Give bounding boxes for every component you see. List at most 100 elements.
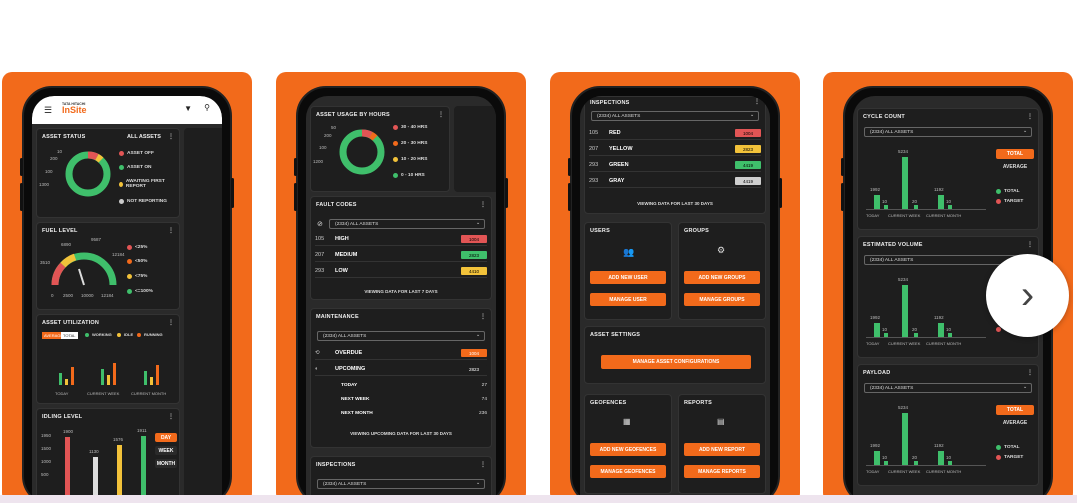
more-icon[interactable]: ⋮ <box>168 133 174 140</box>
phone-screen: INSPECTIONS ⋮ (2334) ALL ASSETS ⌄ 105 RED 1… <box>580 96 770 503</box>
screenshot-card-1[interactable]: ☰ TATA HITACHI InSite ▼ ⚲ ASSET STATUS A… <box>2 72 252 503</box>
manage-geofences-button[interactable]: MANAGE GEOFENCES <box>590 465 666 478</box>
screenshot-card-2[interactable]: ASSET USAGE BY HOURS ⋮ 50 200 100 1200 3… <box>276 72 526 503</box>
idling-bar <box>141 436 146 497</box>
inspection-row[interactable]: 293 GREEN 4419 <box>589 159 761 172</box>
menu-icon[interactable]: ☰ <box>44 105 52 116</box>
more-icon[interactable]: ⋮ <box>168 319 174 326</box>
more-icon[interactable]: ⋮ <box>438 111 444 118</box>
inspection-row[interactable]: 105 RED 1004 <box>589 127 761 140</box>
history-icon: ⟲ <box>315 350 320 356</box>
asset-filter-select[interactable]: (2334) ALL ASSETS⌄ <box>591 111 759 121</box>
asset-settings-panel: ASSET SETTINGS MANAGE ASSET CONFIGURATIO… <box>584 326 766 384</box>
more-icon[interactable]: ⋮ <box>754 98 760 105</box>
day-button[interactable]: DAY <box>155 433 177 442</box>
peek-column <box>184 128 222 503</box>
metric-panel: PAYLOAD ⋮ (2334) ALL ASSETS ⌄ TOTAL AVERA… <box>857 364 1039 486</box>
panel-title: ASSET STATUS <box>42 134 86 140</box>
idling-level-panel: IDLING LEVEL ⋮ 1950 1500 1000 500 1900 1… <box>36 408 180 503</box>
add-new-report-button[interactable]: ADD NEW REPORT <box>684 443 760 456</box>
manage-reports-button[interactable]: MANAGE REPORTS <box>684 465 760 478</box>
peek-column <box>454 106 496 192</box>
inspection-row[interactable]: 293 GRAY 4419 <box>589 175 761 188</box>
asset-filter-select[interactable]: (2334) ALL ASSETS⌄ <box>329 219 485 229</box>
panel-title: ESTIMATED VOLUME <box>863 242 923 248</box>
phone-screen: ☰ TATA HITACHI InSite ▼ ⚲ ASSET STATUS A… <box>32 96 222 503</box>
document-icon: ▤ <box>717 417 725 426</box>
fuel-level-panel: FUEL LEVEL ⋮ 6890 9587 3510 12184 0 2500… <box>36 222 180 310</box>
map-icon: ▦ <box>623 417 631 426</box>
asset-status-panel: ASSET STATUS ALL ASSETS ⋮ 10 200 100 130… <box>36 128 180 218</box>
fault-row[interactable]: 105 HIGH 1004 <box>315 233 487 246</box>
manage-asset-configurations-button[interactable]: MANAGE ASSET CONFIGURATIONS <box>601 355 751 369</box>
more-icon[interactable]: ⋮ <box>1027 113 1033 120</box>
idling-bar <box>93 457 98 497</box>
add-new-user-button[interactable]: ADD NEW USER <box>590 271 666 284</box>
fault-row[interactable]: 207 MEDIUM 2823 <box>315 249 487 262</box>
app-logo: TATA HITACHI InSite <box>62 102 87 115</box>
add-new-geofences-button[interactable]: ADD NEW GEOFENCES <box>590 443 666 456</box>
toggle-average[interactable]: AVERAGE <box>996 418 1034 428</box>
more-icon[interactable]: ⋮ <box>1027 241 1033 248</box>
toggle-total[interactable]: TOTAL <box>996 405 1034 415</box>
manage-groups-button[interactable]: MANAGE GROUPS <box>684 293 760 306</box>
chevron-right-icon: › <box>1020 273 1035 317</box>
panel-title: PAYLOAD <box>863 370 891 376</box>
add-new-groups-button[interactable]: ADD NEW GROUPS <box>684 271 760 284</box>
asset-usage-panel: ASSET USAGE BY HOURS ⋮ 50 200 100 1200 3… <box>310 106 450 192</box>
phone-screen: ASSET USAGE BY HOURS ⋮ 50 200 100 1200 3… <box>306 96 496 503</box>
asset-status-donut <box>65 151 111 197</box>
bar <box>938 323 944 337</box>
clock-icon: ◐ <box>315 366 319 372</box>
filter-icon[interactable]: ▼ <box>184 104 192 113</box>
screenshot-carousel[interactable]: ☰ TATA HITACHI InSite ▼ ⚲ ASSET STATUS A… <box>0 72 1077 503</box>
fault-row[interactable]: 293 LOW 4410 <box>315 265 487 278</box>
geofences-panel: GEOFENCES ▦ ADD NEW GEOFENCES MANAGE GEO… <box>584 394 672 494</box>
more-icon[interactable]: ⋮ <box>480 201 486 208</box>
bar <box>874 451 880 465</box>
more-icon[interactable]: ⋮ <box>168 413 174 420</box>
asset-filter-select[interactable]: (2334) ALL ASSETS⌄ <box>317 479 485 489</box>
more-icon[interactable]: ⋮ <box>168 227 174 234</box>
bar <box>902 413 908 465</box>
reports-panel: REPORTS ▤ ADD NEW REPORT MANAGE REPORTS <box>678 394 766 494</box>
users-icon: 👥 <box>623 247 635 257</box>
gears-icon: ⚙ <box>717 245 726 255</box>
maintenance-panel: MAINTENANCE ⋮ (2334) ALL ASSETS ⌄ ⟲ OVERDU… <box>310 308 492 448</box>
toggle-average[interactable]: AVERAGE <box>996 162 1034 172</box>
phone-frame: ASSET USAGE BY HOURS ⋮ 50 200 100 1200 3… <box>294 86 508 503</box>
screenshot-card-3[interactable]: INSPECTIONS ⋮ (2334) ALL ASSETS ⌄ 105 RED 1… <box>550 72 800 503</box>
more-icon[interactable]: ⋮ <box>480 461 486 468</box>
asset-filter-select[interactable]: (2334) ALL ASSETS⌄ <box>864 127 1032 137</box>
idling-bar <box>65 437 70 497</box>
bar <box>938 451 944 465</box>
inspection-row[interactable]: 207 YELLOW 2823 <box>589 143 761 156</box>
fault-codes-panel: FAULT CODES ⋮ (2334) ALL ASSETS ⌄ ⊘ 105 HI… <box>310 196 492 300</box>
bar <box>902 157 908 209</box>
users-panel: USERS 👥 ADD NEW USER MANAGE USER <box>584 222 672 320</box>
footer-bar <box>0 495 1077 503</box>
bar <box>902 285 908 337</box>
week-button[interactable]: WEEK <box>155 446 177 455</box>
phone-frame: INSPECTIONS ⋮ (2334) ALL ASSETS ⌄ 105 RED 1… <box>568 86 782 503</box>
search-icon[interactable]: ⚲ <box>204 103 210 112</box>
asset-filter[interactable]: ALL ASSETS <box>127 134 161 140</box>
asset-usage-donut <box>339 129 385 175</box>
inspections-panel: INSPECTIONS ⋮ (2334) ALL ASSETS ⌄ 105 RED 1… <box>584 96 766 214</box>
manage-user-button[interactable]: MANAGE USER <box>590 293 666 306</box>
metric-panel: CYCLE COUNT ⋮ (2334) ALL ASSETS ⌄ TOTAL A… <box>857 108 1039 230</box>
more-icon[interactable]: ⋮ <box>480 313 486 320</box>
toggle-total[interactable]: TOTAL <box>996 149 1034 159</box>
more-icon[interactable]: ⋮ <box>1027 369 1033 376</box>
carousel-next-button[interactable]: › <box>986 254 1069 337</box>
app-header: ☰ TATA HITACHI InSite ▼ ⚲ <box>32 96 222 124</box>
phone-frame: ☰ TATA HITACHI InSite ▼ ⚲ ASSET STATUS A… <box>20 86 234 503</box>
asset-filter-select[interactable]: (2334) ALL ASSETS⌄ <box>317 331 485 341</box>
idling-bar <box>117 445 122 497</box>
toggle-total[interactable]: TOTAL <box>61 332 78 339</box>
asset-filter-select[interactable]: (2334) ALL ASSETS⌄ <box>864 383 1032 393</box>
block-icon: ⊘ <box>317 221 323 228</box>
panel-title: CYCLE COUNT <box>863 114 905 120</box>
month-button[interactable]: MONTH <box>155 459 177 468</box>
fuel-gauge <box>51 252 117 286</box>
